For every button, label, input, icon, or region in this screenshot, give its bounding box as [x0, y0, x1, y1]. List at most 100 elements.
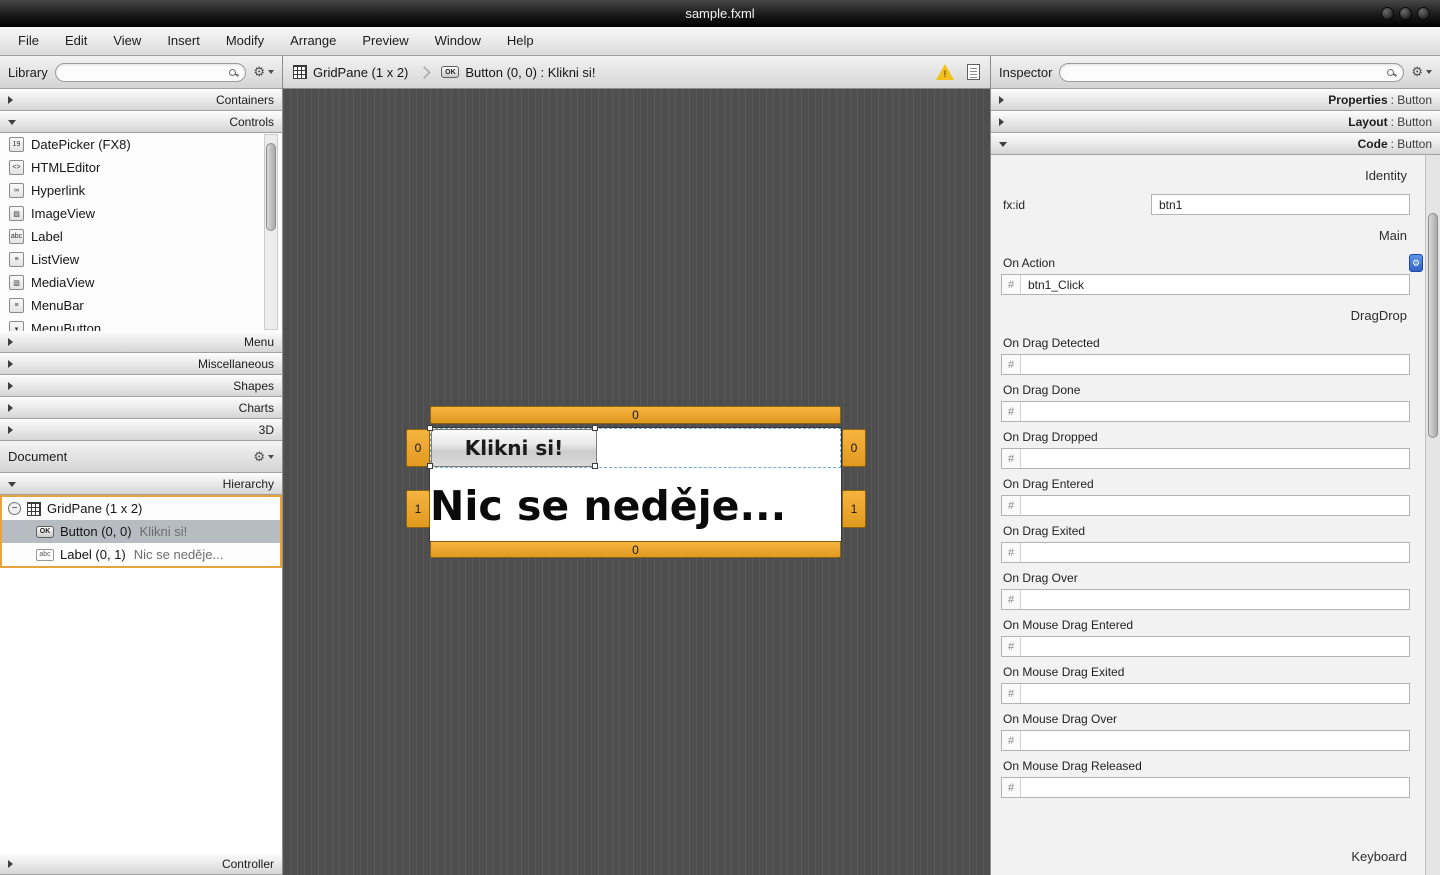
canvas-button[interactable]: Klikni si!: [431, 429, 597, 467]
field-label-text: On Drag Dropped: [1003, 430, 1098, 444]
grid-row0-header-right[interactable]: 0: [842, 429, 866, 467]
tree-item-label-node[interactable]: abc Label (0, 1) Nic se neděje...: [2, 543, 280, 566]
section-menu[interactable]: Menu: [0, 331, 282, 353]
field-label-text: On Mouse Drag Released: [1003, 759, 1142, 773]
tree-item-gridpane[interactable]: − GridPane (1 x 2): [2, 497, 280, 520]
grid-row0-header-left[interactable]: 0: [406, 429, 430, 467]
menu-modify[interactable]: Modify: [213, 27, 277, 55]
on-mouse-drag-exited-label: On Mouse Drag Exited: [1003, 665, 1410, 680]
list-item-listview[interactable]: ≡ ListView: [0, 248, 282, 271]
section-controller[interactable]: Controller: [0, 853, 282, 875]
resize-handle[interactable]: [427, 425, 433, 431]
resize-handle[interactable]: [427, 463, 433, 469]
section-3d-label: 3D: [258, 423, 274, 437]
section-properties[interactable]: Properties: Button: [991, 89, 1440, 111]
warning-icon[interactable]: !: [935, 63, 955, 81]
window-button-3[interactable]: [1417, 7, 1430, 20]
chevron-down-icon: [999, 141, 1007, 147]
fxid-input[interactable]: [1151, 194, 1410, 215]
library-gear-button[interactable]: ⚙: [253, 64, 274, 80]
menu-arrange[interactable]: Arrange: [277, 27, 349, 55]
section-code-label: Code: Button: [1358, 137, 1432, 151]
menu-insert[interactable]: Insert: [154, 27, 213, 55]
grid-row1-header-left[interactable]: 1: [406, 490, 430, 528]
resize-handle[interactable]: [592, 463, 598, 469]
library-scrollbar[interactable]: [264, 134, 278, 330]
list-item-menubutton[interactable]: ▾ MenuButton: [0, 317, 282, 331]
section-3d[interactable]: 3D: [0, 419, 282, 441]
grid-bottom-header[interactable]: 0: [430, 541, 841, 558]
chevron-right-icon: [999, 118, 1004, 126]
on-drag-detected-input[interactable]: [1021, 355, 1409, 374]
on-mouse-drag-released-field: #: [1001, 777, 1410, 798]
warning-exclaim: !: [943, 68, 947, 79]
list-item-datepicker[interactable]: 19 DatePicker (FX8): [0, 133, 282, 156]
section-layout[interactable]: Layout: Button: [991, 111, 1440, 133]
hyperlink-icon: ∞: [9, 183, 24, 198]
inspector-search-input[interactable]: [1060, 63, 1404, 81]
section-controls[interactable]: Controls: [0, 111, 282, 133]
library-search: [54, 62, 247, 82]
section-containers[interactable]: Containers: [0, 89, 282, 111]
on-mouse-drag-over-label: On Mouse Drag Over: [1003, 712, 1410, 727]
list-item-mediaview[interactable]: ▥ MediaView: [0, 271, 282, 294]
menu-file[interactable]: File: [5, 27, 52, 55]
breadcrumb-gridpane[interactable]: GridPane (1 x 2): [293, 65, 408, 80]
on-drag-exited-label: On Drag Exited: [1003, 524, 1410, 539]
on-drag-dropped-input[interactable]: [1021, 449, 1409, 468]
on-mouse-drag-released-label: On Mouse Drag Released: [1003, 759, 1410, 774]
menu-window[interactable]: Window: [422, 27, 494, 55]
collapse-icon[interactable]: −: [8, 502, 21, 515]
hash-prefix: #: [1002, 355, 1021, 374]
on-drag-over-input[interactable]: [1021, 590, 1409, 609]
on-action-menu-button[interactable]: ⚙: [1409, 254, 1423, 272]
inspector-scrollbar[interactable]: [1425, 155, 1440, 875]
document-report-icon[interactable]: [967, 64, 980, 80]
design-canvas[interactable]: 0 0 0 1 1 0 Klikni si! Nic se neděje...: [283, 89, 990, 875]
section-shapes[interactable]: Shapes: [0, 375, 282, 397]
on-drag-entered-input[interactable]: [1021, 496, 1409, 515]
section-charts[interactable]: Charts: [0, 397, 282, 419]
on-action-input[interactable]: [1021, 275, 1409, 294]
on-drag-exited-input[interactable]: [1021, 543, 1409, 562]
breadcrumb-button[interactable]: OK Button (0, 0) : Klikni si!: [441, 65, 595, 80]
menu-preview[interactable]: Preview: [349, 27, 421, 55]
grid-row1-header-right[interactable]: 1: [842, 490, 866, 528]
menu-help[interactable]: Help: [494, 27, 547, 55]
list-item-htmleditor[interactable]: <> HTMLEditor: [0, 156, 282, 179]
inspector-scrollbar-thumb[interactable]: [1428, 213, 1438, 438]
section-hierarchy[interactable]: Hierarchy: [0, 473, 282, 495]
list-item-label: MediaView: [31, 275, 95, 290]
on-mouse-drag-exited-input[interactable]: [1021, 684, 1409, 703]
on-action-field: #: [1001, 274, 1410, 295]
tree-item-label: Button (0, 0): [60, 524, 132, 539]
hash-prefix: #: [1002, 543, 1021, 562]
document-gear-button[interactable]: ⚙: [253, 449, 274, 465]
on-mouse-drag-released-input[interactable]: [1021, 778, 1409, 797]
list-item-label: HTMLEditor: [31, 160, 101, 175]
menubar-icon: ≡: [9, 298, 24, 313]
list-item-hyperlink[interactable]: ∞ Hyperlink: [0, 179, 282, 202]
on-drag-over-field: #: [1001, 589, 1410, 610]
on-drag-done-input[interactable]: [1021, 402, 1409, 421]
menu-view[interactable]: View: [100, 27, 154, 55]
grid-column-header[interactable]: 0: [430, 406, 841, 424]
pathbar-right-icons: !: [935, 63, 980, 81]
window-button-1[interactable]: [1381, 7, 1394, 20]
window-button-2[interactable]: [1399, 7, 1412, 20]
on-mouse-drag-entered-input[interactable]: [1021, 637, 1409, 656]
library-scrollbar-thumb[interactable]: [266, 143, 276, 231]
list-item-imageview[interactable]: ▨ ImageView: [0, 202, 282, 225]
canvas-label[interactable]: Nic se neděje...: [430, 480, 844, 532]
menu-edit[interactable]: Edit: [52, 27, 100, 55]
on-mouse-drag-over-input[interactable]: [1021, 731, 1409, 750]
list-item-menubar[interactable]: ≡ MenuBar: [0, 294, 282, 317]
list-item-label[interactable]: abc Label: [0, 225, 282, 248]
tree-item-button[interactable]: OK Button (0, 0) Klikni si!: [2, 520, 280, 543]
inspector-gear-button[interactable]: ⚙: [1411, 64, 1432, 80]
section-code[interactable]: Code: Button: [991, 133, 1440, 155]
section-miscellaneous[interactable]: Miscellaneous: [0, 353, 282, 375]
library-search-input[interactable]: [55, 63, 246, 81]
resize-handle[interactable]: [592, 425, 598, 431]
on-drag-entered-label: On Drag Entered: [1003, 477, 1410, 492]
